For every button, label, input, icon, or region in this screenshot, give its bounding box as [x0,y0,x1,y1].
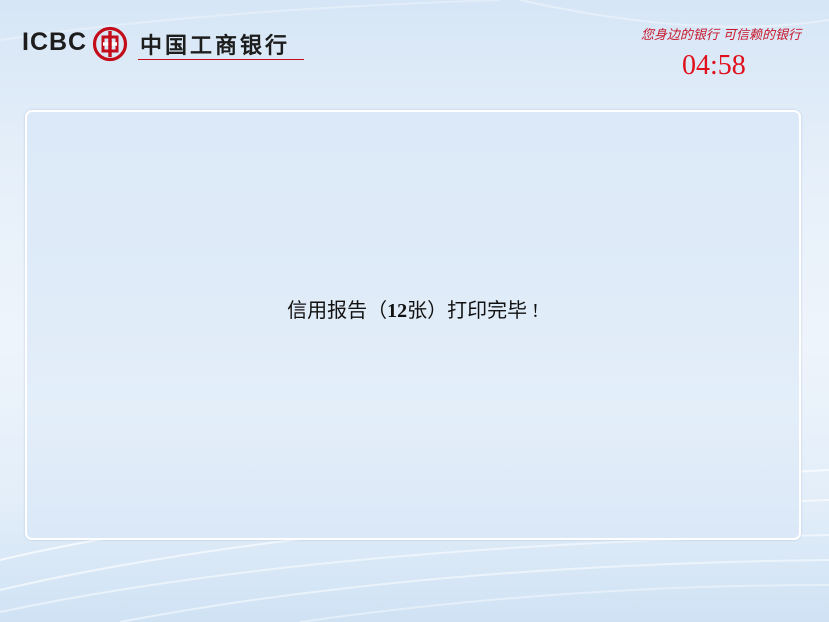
logo-chinese-text: 中国工商银行 [140,34,291,59]
countdown-timer: 04:58 [682,50,746,81]
header: ICBC 中国工商银行 您身边的银行 可信赖的银行 04:58 [0,0,829,100]
print-complete-message: 信用报告（12张）打印完毕 ! [27,294,799,323]
icbc-emblem-icon [92,26,128,62]
page-count: 12 [387,300,408,322]
slogan: 您身边的银行 可信赖的银行 [640,28,801,43]
logo-latin-text: ICBC [22,28,88,56]
icbc-logo: ICBC 中国工商银行 [22,24,312,64]
message-prefix: 信用报告（ [287,300,388,322]
message-panel: 信用报告（12张）打印完毕 ! [25,110,801,540]
message-suffix: 张）打印完毕 ! [407,300,539,322]
logo-underline [138,59,304,60]
